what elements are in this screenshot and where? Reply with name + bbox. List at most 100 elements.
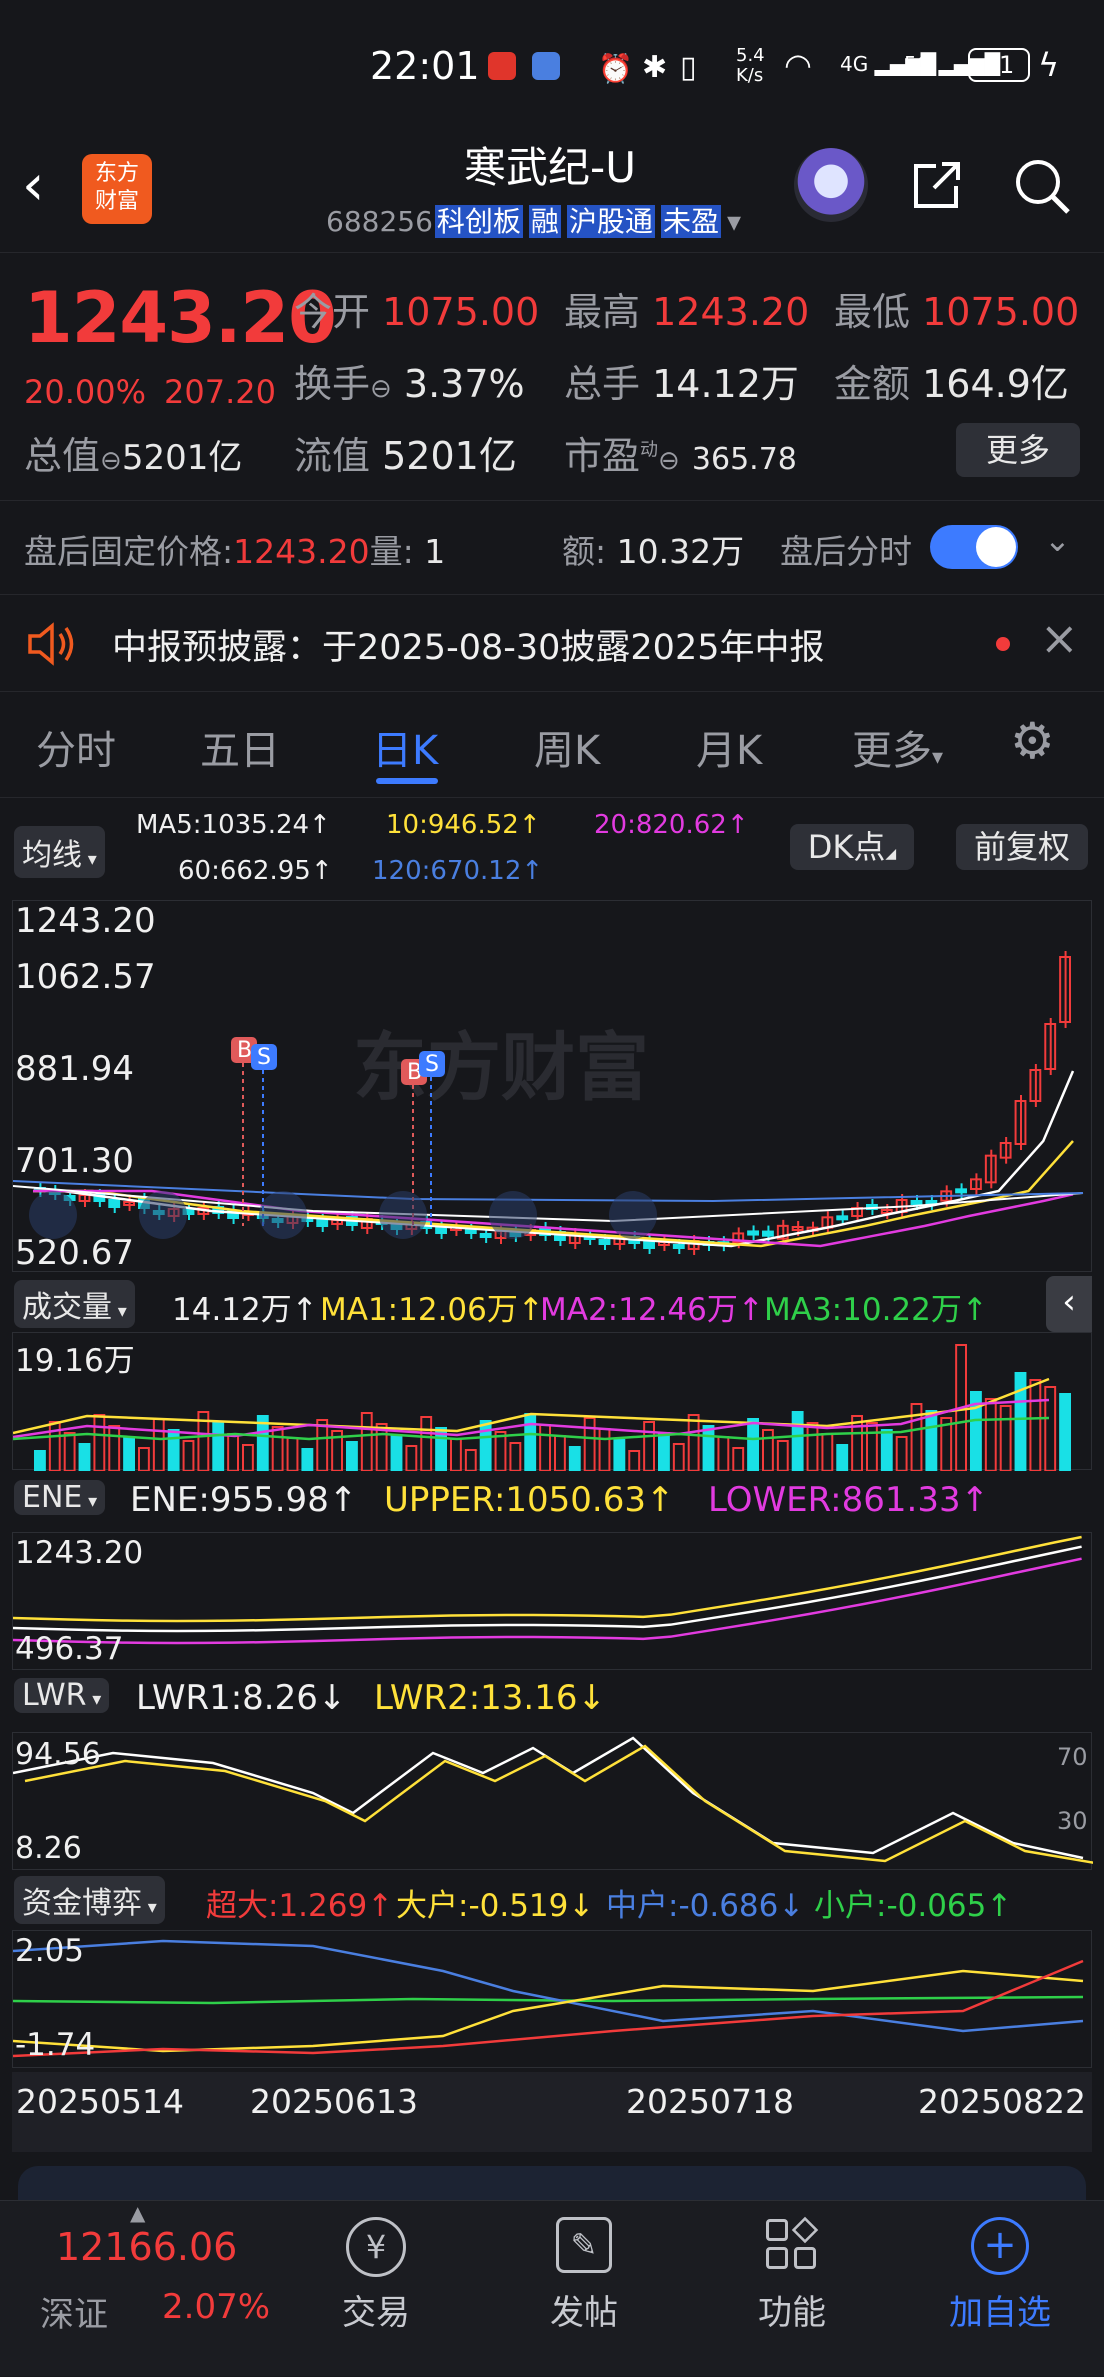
header: ‹ 东方 财富 寒武纪-U 688256 科创板融沪股通 未盈 ▾ (0, 130, 1104, 250)
unread-dot (996, 637, 1010, 651)
collapse-panel-button[interactable]: ‹ (1046, 1276, 1092, 1332)
price-axis-1: 1243.20 (15, 901, 156, 941)
volume-bar (747, 1418, 760, 1472)
post-button[interactable]: ✎ 发帖 (524, 2217, 644, 2347)
ene-legend: ENE ▾ ENE:955.98↑ UPPER:1050.63↑ LOWER:8… (0, 1474, 1104, 1530)
price-axis-3: 881.94 (15, 1049, 134, 1089)
after-hours-bar: 盘后固定价格:1243.20量: 1 额: 10.32万 盘后分时 ⌄ (0, 500, 1104, 592)
candle-body (108, 1199, 121, 1208)
more-button[interactable]: 更多 (956, 423, 1080, 477)
volume-bar (420, 1416, 433, 1472)
ma-selector[interactable]: 均线 ▾ (14, 826, 105, 878)
tag-wy: 未盈 (660, 205, 721, 238)
active-tab-indicator (376, 778, 438, 784)
volume-bar (390, 1434, 403, 1472)
price-change: 207.20 (164, 373, 276, 411)
app-icon-2 (532, 52, 560, 80)
info-icon[interactable]: ⊖ (100, 446, 122, 476)
bs-marker-label: S (257, 1045, 271, 1070)
volume-bar (613, 1439, 626, 1472)
speaker-icon (26, 621, 78, 667)
bs-marker-label: B (237, 1038, 252, 1063)
ma10-value: 10:946.52↑ (386, 810, 541, 840)
volume-chart[interactable]: 19.16万 (12, 1332, 1092, 1472)
alarm-icon: ⏰ (598, 52, 633, 85)
trade-button[interactable]: ¥ 交易 (316, 2217, 436, 2347)
scroll-hint-circle (609, 1191, 657, 1239)
lwr-chart[interactable]: 94.56 8.26 70 30 (12, 1732, 1096, 1870)
tag-rong: 融 (528, 205, 561, 238)
volume-bar (866, 1422, 878, 1472)
share-icon[interactable] (906, 156, 966, 216)
close-icon[interactable]: × (1040, 611, 1079, 665)
settings-gear-icon[interactable]: ⚙ (1010, 712, 1055, 770)
volume-bar (762, 1429, 774, 1472)
adjust-button[interactable]: 前复权 (956, 824, 1088, 870)
volume-bar (672, 1443, 685, 1472)
yuan-exchange-icon: ¥ (346, 2217, 406, 2277)
after-hours-toggle-label: 盘后分时 (780, 532, 912, 571)
tab-fenshi[interactable]: 分时 (36, 718, 116, 776)
open-row: 今开 1075.00 (294, 290, 540, 334)
chevron-down-icon[interactable]: ⌄ (1044, 521, 1071, 559)
volume-bar (182, 1440, 195, 1472)
volume-bar (227, 1433, 239, 1472)
stock-code: 688256 (326, 205, 433, 238)
tags-dropdown-icon[interactable]: ▾ (727, 205, 741, 238)
fund-chart[interactable]: 2.05 -1.74 (12, 1930, 1092, 2068)
tab-more[interactable]: 更多▾ (852, 718, 943, 776)
stock-subtitle[interactable]: 688256 科创板融沪股通 未盈 ▾ (326, 200, 741, 240)
ene-mid-line (12, 1545, 1082, 1633)
wifi-icon: ◠ (784, 46, 812, 84)
candle-body (316, 1219, 329, 1227)
tag-kcb: 科创板 (434, 205, 523, 238)
fund-selector[interactable]: 资金博弈 ▾ (14, 1876, 165, 1924)
fund-big-line (12, 1969, 1084, 2053)
tab-zhouk[interactable]: 周K (534, 718, 600, 776)
volume-bar (984, 1398, 997, 1472)
ene-chart[interactable]: 1243.20 496.37 (12, 1532, 1092, 1670)
candle-body (955, 1188, 968, 1194)
volume-bar (539, 1424, 552, 1472)
add-watchlist-button[interactable]: + 加自选 (930, 2217, 1070, 2347)
back-icon[interactable]: ‹ (22, 158, 44, 214)
index-ticker[interactable]: ▲ 12166.06 深证 2.07% (0, 2201, 290, 2377)
notice-bar[interactable]: 中报预披露：于2025-08-30披露2025年中报 × (0, 594, 1104, 692)
quote-panel: 1243.20 20.00% 207.20 今开 1075.00 最高 1243… (0, 252, 1104, 492)
stock-title[interactable]: 寒武纪-U (430, 134, 670, 195)
after-hours-toggle[interactable] (930, 525, 1018, 569)
tag-hgt: 沪股通 (566, 205, 655, 238)
tab-rik[interactable]: 日K (372, 718, 438, 776)
candle-body (479, 1233, 492, 1238)
amount-row: 金额 164.9亿 (834, 362, 1069, 406)
volume-bar (806, 1422, 819, 1472)
info-icon[interactable]: ⊖ (658, 446, 680, 476)
robot-avatar-icon[interactable] (794, 148, 868, 222)
low-row: 最低 1075.00 (834, 290, 1080, 334)
volume-bar (791, 1411, 804, 1472)
volume-bar (880, 1429, 893, 1472)
dk-point-button[interactable]: DK点◢ (790, 824, 914, 870)
watermark: 东方财富 (353, 1025, 649, 1111)
volume-bar (301, 1448, 314, 1472)
last-price: 1243.20 (24, 277, 337, 359)
lwr-selector[interactable]: LWR ▾ (14, 1678, 110, 1713)
tab-wuri[interactable]: 五日 (200, 718, 280, 776)
vibrate-icon: ▯ (680, 50, 697, 85)
kline-chart[interactable]: 东方财富 BSBS 1243.20 1062.57 881.94 701.30 … (12, 900, 1092, 1273)
ene-selector[interactable]: ENE ▾ (14, 1480, 106, 1515)
volume-bar (999, 1405, 1012, 1472)
volume-bar (123, 1436, 136, 1472)
volume-bar (851, 1415, 864, 1472)
volume-bar (464, 1449, 477, 1472)
scroll-hint-circle (379, 1191, 427, 1239)
tab-yuek[interactable]: 月K (696, 718, 762, 776)
function-button[interactable]: 功能 (732, 2216, 852, 2347)
ma10-line (33, 1140, 1074, 1248)
volume-bar (836, 1444, 849, 1472)
search-icon[interactable] (1010, 154, 1074, 218)
info-icon[interactable]: ⊖ (370, 374, 392, 404)
candle-body (762, 1230, 774, 1237)
volume-selector[interactable]: 成交量 ▾ (14, 1280, 135, 1328)
volume-row: 总手 14.12万 (564, 362, 799, 406)
